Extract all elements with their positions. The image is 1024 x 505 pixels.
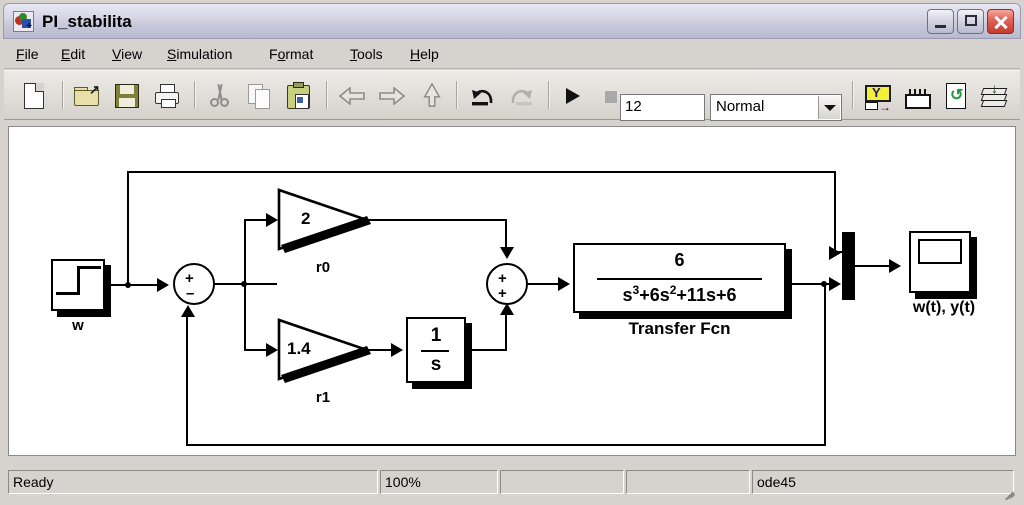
wire-integrator-up-to-sum2 <box>505 315 507 351</box>
wire-step-to-sum <box>105 284 163 286</box>
scope-screen <box>918 239 962 264</box>
simulation-stop-time-input[interactable]: 12 <box>620 94 705 121</box>
simulation-mode-select[interactable]: Normal <box>710 94 842 121</box>
resize-grip[interactable] <box>1003 484 1017 501</box>
transfer-fcn-block[interactable]: 6 s3+6s2+11s+6 <box>573 243 786 313</box>
integrator-denominator: s <box>430 354 442 375</box>
arrow-into-mux-bottom <box>829 277 841 291</box>
simulation-mode-value: Normal <box>716 98 765 115</box>
back-arrow-icon <box>336 80 368 112</box>
integrator-numerator: 1 <box>430 325 442 346</box>
wire-feedback-bottom-up <box>186 317 188 446</box>
undo-icon[interactable] <box>466 80 498 112</box>
wire-error-down <box>244 283 246 351</box>
step-block-label: w <box>72 317 84 334</box>
status-solver: ode45 <box>752 470 1014 494</box>
minimize-button[interactable] <box>927 9 954 34</box>
menu-item-file[interactable]: File <box>16 46 39 62</box>
window-controls <box>927 9 1014 35</box>
tf-den-s: s <box>622 285 633 305</box>
menu-item-view[interactable]: View <box>112 46 142 62</box>
wire-error-up <box>244 219 246 284</box>
menu-item-format[interactable]: Format <box>269 46 313 62</box>
title-bar: + PI_stabilita <box>3 3 1021 39</box>
step-block[interactable] <box>51 259 105 311</box>
update-diagram-icon[interactable]: ↺ <box>940 80 972 112</box>
transfer-fcn-numerator: 6 <box>674 250 685 270</box>
status-bar: Ready 100% ode45 <box>4 462 1020 501</box>
up-arrow-icon <box>416 80 448 112</box>
forward-arrow-icon <box>376 80 408 112</box>
close-button[interactable] <box>987 9 1014 34</box>
wire-feedback-top-vertical <box>127 171 129 285</box>
gain-r0-value: 2 <box>301 209 311 228</box>
paste-icon[interactable] <box>284 80 316 112</box>
scope-label: w(t), y(t) <box>912 299 976 316</box>
redo-icon <box>506 80 538 112</box>
arrow-into-scope <box>889 259 901 273</box>
status-field-4 <box>626 470 750 494</box>
arrow-into-sum1 <box>157 278 169 292</box>
library-browser-icon[interactable]: Y → <box>862 80 894 114</box>
tf-den-tail: +11s+6 <box>676 285 737 305</box>
integrator-block[interactable]: 1 s <box>406 317 466 383</box>
toolbar: ↗ Y → ↺ ↓ <box>4 70 1020 120</box>
start-simulation-icon[interactable] <box>556 80 588 112</box>
wire-feedback-top-to-mux <box>834 251 842 253</box>
save-model-icon[interactable] <box>112 80 144 112</box>
menu-item-edit[interactable]: Edit <box>61 46 85 62</box>
transfer-fcn-label: Transfer Fcn <box>628 319 731 338</box>
wire-feedback-top-down <box>834 171 836 252</box>
wire-feedback-bottom-down <box>824 283 826 446</box>
gain-r0-label: r0 <box>315 259 331 276</box>
wire-r0-to-sum2 <box>365 219 507 221</box>
gain-block-r0[interactable] <box>275 187 371 255</box>
open-model-icon[interactable]: ↗ <box>72 80 104 112</box>
status-field-3 <box>500 470 624 494</box>
simulink-model-window: + PI_stabilita File Edit View Simulation… <box>0 0 1024 505</box>
wire-integrator-to-sum2 <box>466 349 507 351</box>
sum2-sign-plus-1: + <box>498 270 507 287</box>
menu-item-tools[interactable]: Tools <box>350 46 383 62</box>
maximize-button[interactable] <box>957 9 984 34</box>
arrow-into-tf <box>558 277 570 291</box>
new-model-icon[interactable] <box>20 80 52 112</box>
menu-item-help[interactable]: Help <box>410 46 439 62</box>
model-canvas[interactable]: w + – 2 r0 1.4 r1 1 s + + 6 s3+6s2+11s+6… <box>8 126 1016 456</box>
transfer-fcn-denominator: s3+6s2+11s+6 <box>575 283 784 306</box>
scope-block[interactable] <box>909 231 971 293</box>
chevron-down-icon[interactable] <box>818 96 840 119</box>
sum1-sign-plus: + <box>185 270 194 287</box>
wire-feedback-bottom-horizontal <box>186 444 826 446</box>
window-title: PI_stabilita <box>42 12 132 31</box>
wire-feedback-top-horizontal <box>127 171 836 173</box>
cut-icon <box>204 80 236 112</box>
arrow-into-sum2-top <box>500 247 514 259</box>
tf-den-mid: +6s <box>639 285 670 305</box>
sum1-sign-minus: – <box>186 285 195 302</box>
build-model-icon[interactable]: ↓ <box>978 80 1010 112</box>
status-message: Ready <box>8 470 378 494</box>
arrow-into-integrator <box>391 343 403 357</box>
copy-icon <box>244 80 276 112</box>
menu-bar: File Edit View Simulation Format Tools H… <box>4 42 1020 69</box>
mux-block[interactable] <box>842 232 855 300</box>
sum-block-2[interactable] <box>486 263 528 305</box>
gain-r1-label: r1 <box>315 389 331 406</box>
status-zoom: 100% <box>380 470 498 494</box>
arrow-into-mux-top <box>829 246 841 260</box>
simulink-icon: + <box>13 11 34 32</box>
menu-item-simulation[interactable]: Simulation <box>167 46 232 62</box>
print-model-icon[interactable] <box>152 80 184 112</box>
arrow-into-sum1-bottom <box>181 305 195 317</box>
sum2-sign-plus-2: + <box>498 285 507 302</box>
gain-r1-value: 1.4 <box>287 339 311 358</box>
model-explorer-icon[interactable] <box>902 80 934 112</box>
